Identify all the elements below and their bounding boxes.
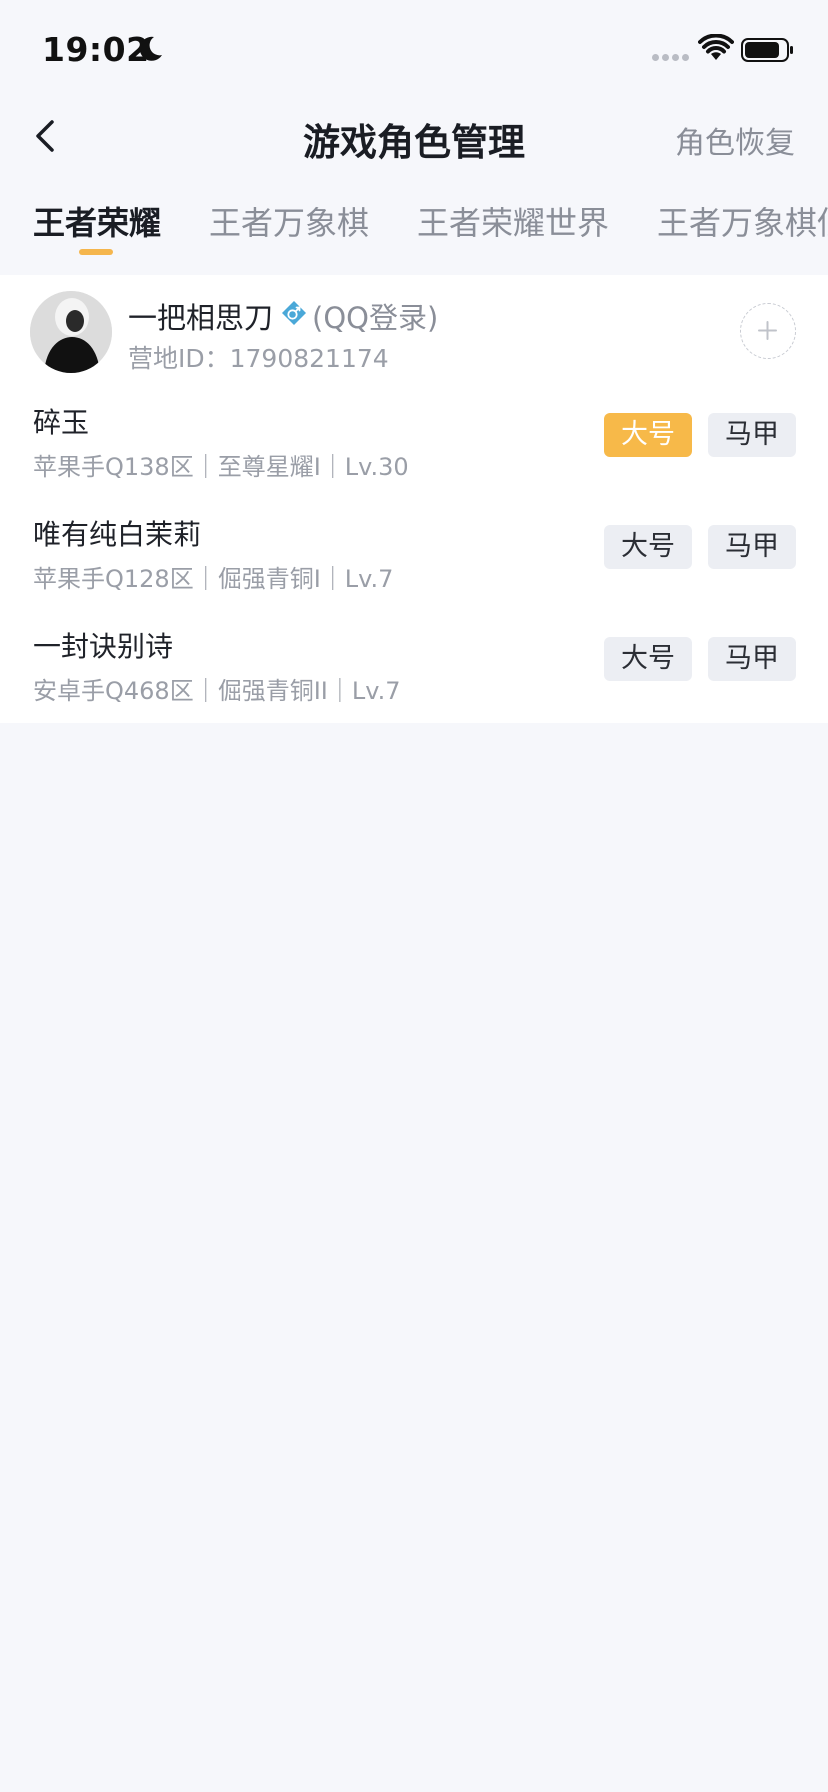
alt-account-button[interactable]: 马甲 <box>708 637 796 681</box>
signal-icon <box>652 54 689 61</box>
role-name: 一封诀别诗 <box>33 630 174 663</box>
tab-honor-world[interactable]: 王者荣耀世界 <box>417 198 609 244</box>
login-type-label: (QQ登录) <box>312 301 439 335</box>
role-name: 唯有纯白茉莉 <box>33 518 202 551</box>
tab-active-indicator <box>79 249 113 255</box>
avatar <box>30 291 112 373</box>
tab-honor-of-kings[interactable]: 王者荣耀 <box>33 198 161 244</box>
camp-id: 营地ID：1790821174 <box>128 344 389 373</box>
main-account-button[interactable]: 大号 <box>604 413 692 457</box>
role-meta: 安卓手Q468区｜倔强青铜II｜Lv.7 <box>33 677 401 705</box>
nav-header: 游戏角色管理 角色恢复 <box>0 100 828 172</box>
alt-account-button[interactable]: 马甲 <box>708 413 796 457</box>
role-row: 一封诀别诗 安卓手Q468区｜倔强青铜II｜Lv.7 大号 马甲 <box>0 609 828 721</box>
plus-icon <box>758 321 777 340</box>
alt-account-button[interactable]: 马甲 <box>708 525 796 569</box>
account-name: 一把相思刀 <box>128 301 274 335</box>
tab-auto-chess-low[interactable]: 王者万象棋低 <box>657 198 828 244</box>
status-time: 19:02 <box>42 30 150 69</box>
role-meta: 苹果手Q128区｜倔强青铜I｜Lv.7 <box>33 565 394 593</box>
role-name: 碎玉 <box>33 406 90 439</box>
role-management-page: 19:02 游戏角色管理 角色恢复 王者荣耀 王者万象棋 王者荣耀世界 王者万象… <box>0 0 828 1792</box>
role-row: 碎玉 苹果手Q138区｜至尊星耀I｜Lv.30 大号 马甲 <box>0 385 828 497</box>
account-row: 一把相思刀 (QQ登录) 营地ID：1790821174 <box>0 275 828 385</box>
status-bar: 19:02 <box>0 0 828 100</box>
moon-icon <box>139 36 162 61</box>
add-role-button[interactable] <box>740 303 796 359</box>
role-meta: 苹果手Q138区｜至尊星耀I｜Lv.30 <box>33 453 409 481</box>
role-recover-button[interactable]: 角色恢复 <box>675 118 795 162</box>
tab-auto-chess[interactable]: 王者万象棋 <box>209 198 369 244</box>
male-icon <box>282 301 306 325</box>
game-tabs: 王者荣耀 王者万象棋 王者荣耀世界 王者万象棋低 <box>0 190 828 260</box>
main-account-button[interactable]: 大号 <box>604 525 692 569</box>
battery-icon <box>741 38 793 62</box>
main-account-button[interactable]: 大号 <box>604 637 692 681</box>
role-card: 一把相思刀 (QQ登录) 营地ID：1790821174 碎玉 苹果手Q138区… <box>0 275 828 723</box>
role-row: 唯有纯白茉莉 苹果手Q128区｜倔强青铜I｜Lv.7 大号 马甲 <box>0 497 828 609</box>
wifi-icon <box>698 34 734 60</box>
